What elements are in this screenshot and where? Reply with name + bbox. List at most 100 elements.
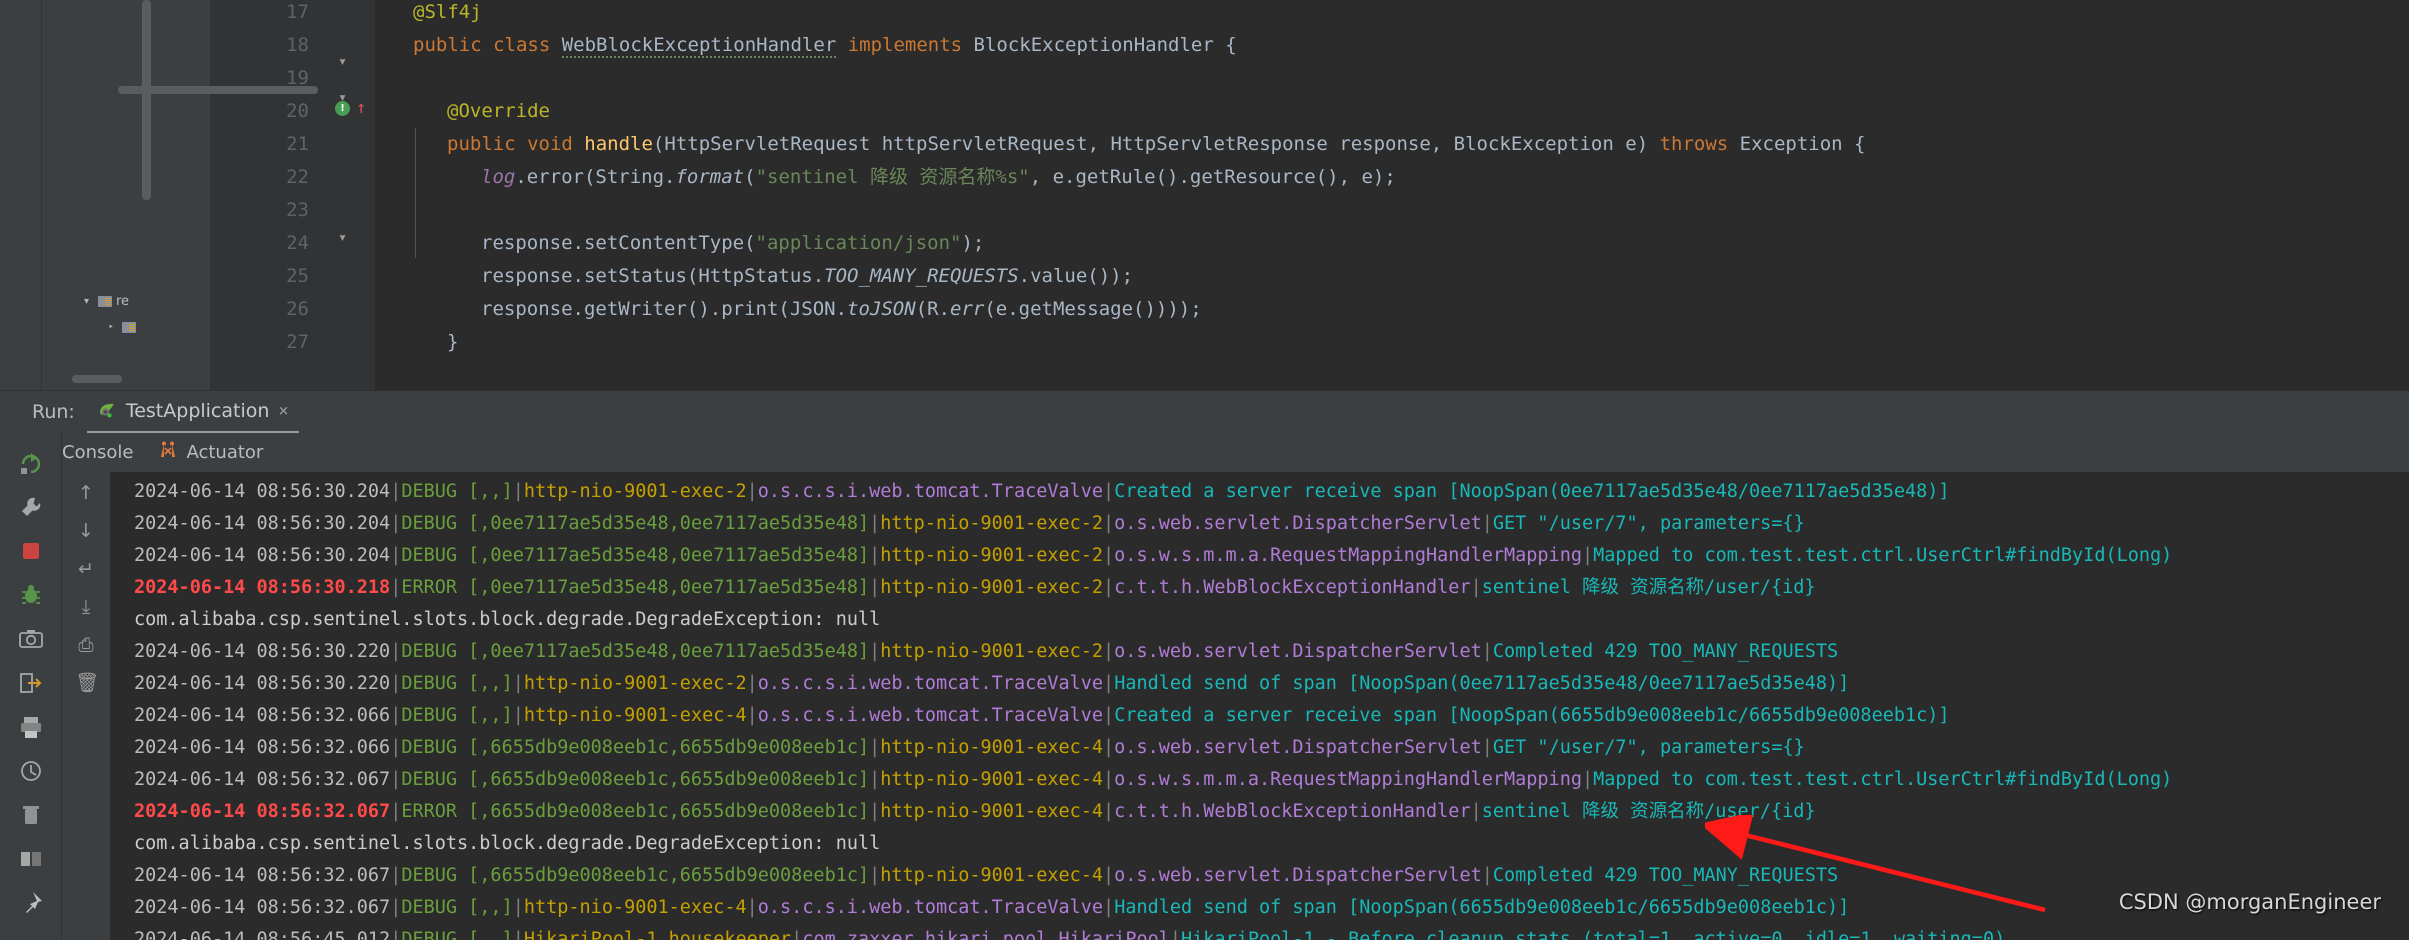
log-separator: |: [390, 545, 402, 566]
console-line-debug[interactable]: 2024-06-14 08:56:45.012|DEBUG [,,]|Hikar…: [110, 924, 2409, 940]
log-separator: |: [869, 865, 881, 886]
console-line-stacktrace[interactable]: com.alibaba.csp.sentinel.slots.block.deg…: [110, 604, 2409, 636]
code-line[interactable]: response.getWriter().print(JSON.toJSON(R…: [375, 293, 1202, 326]
tree-node-re[interactable]: ▾ re: [84, 294, 129, 309]
log-level: DEBUG [,,]: [401, 481, 513, 502]
log-separator: |: [1481, 865, 1493, 886]
code-token: format: [675, 166, 745, 188]
code-line[interactable]: @Slf4j: [375, 0, 482, 29]
export-icon[interactable]: [18, 670, 44, 696]
project-vertical-scrollbar[interactable]: [142, 0, 151, 200]
implementing-method-icon[interactable]: ↑: [356, 100, 366, 117]
console-line-debug[interactable]: 2024-06-14 08:56:32.067|DEBUG [,6655db9e…: [110, 764, 2409, 796]
code-line[interactable]: response.setStatus(HttpStatus.TOO_MANY_R…: [375, 260, 1133, 293]
fold-arrow-27[interactable]: ▾: [338, 228, 347, 246]
layout-icon[interactable]: [18, 846, 44, 872]
log-separator: |: [1581, 545, 1594, 566]
console-line-debug[interactable]: 2024-06-14 08:56:30.204|DEBUG [,0ee7117a…: [110, 508, 2409, 540]
console-output[interactable]: 2024-06-14 08:56:30.204|DEBUG [,,]|http-…: [110, 472, 2409, 940]
log-thread: http-nio-9001-exec-2: [880, 641, 1104, 662]
run-config-tab[interactable]: TestApplication ×: [86, 391, 299, 433]
log-separator: |: [746, 897, 758, 918]
line-21-gutter-icons[interactable]: ! ↑: [335, 100, 366, 117]
log-thread: http-nio-9001-exec-4: [523, 705, 747, 726]
print-console-icon[interactable]: ⎙: [75, 634, 97, 656]
wrench-icon[interactable]: [18, 494, 44, 520]
log-level: ERROR [,0ee7117ae5d35e48,0ee7117ae5d35e4…: [401, 577, 870, 598]
code-text-area[interactable]: @Slf4j public class WebBlockExceptionHand…: [375, 0, 2409, 390]
code-editor[interactable]: ▾ ▾ ▾ ! ↑ @ ⌶ ⌶ ⬡⌄ @Slf4jpublic class We…: [210, 0, 2409, 390]
log-separator: |: [1470, 801, 1482, 822]
print-icon[interactable]: [18, 714, 44, 740]
stop-icon[interactable]: [18, 538, 44, 564]
log-message: Mapped to com.test.test.ctrl.UserCtrl#fi…: [1593, 769, 2173, 790]
fold-gutter[interactable]: [323, 0, 375, 390]
console-line-stacktrace[interactable]: com.alibaba.csp.sentinel.slots.block.deg…: [110, 828, 2409, 860]
soft-wrap-icon[interactable]: ↵: [75, 558, 97, 580]
code-token: , e);: [1338, 166, 1396, 188]
history-icon[interactable]: [18, 758, 44, 784]
close-icon[interactable]: ×: [278, 401, 288, 421]
camera-icon[interactable]: [18, 626, 44, 652]
code-token: response.getWriter().print(JSON.: [481, 298, 848, 320]
project-tool-window[interactable]: ▾ re ‣: [42, 0, 210, 390]
log-thread: http-nio-9001-exec-4: [880, 737, 1104, 758]
console-line-debug[interactable]: 2024-06-14 08:56:32.067|DEBUG [,,]|http-…: [110, 892, 2409, 924]
pin-icon[interactable]: [18, 890, 44, 916]
line-number: 24: [286, 232, 309, 254]
log-message: Completed 429 TOO_MANY_REQUESTS: [1492, 641, 1839, 662]
chevron-down-icon[interactable]: ▾: [84, 296, 94, 307]
console-line-debug[interactable]: 2024-06-14 08:56:30.220|DEBUG [,,]|http-…: [110, 668, 2409, 700]
console-line-debug[interactable]: 2024-06-14 08:56:32.066|DEBUG [,,]|http-…: [110, 700, 2409, 732]
trash-icon[interactable]: [18, 802, 44, 828]
code-token: handle: [584, 133, 653, 155]
console-line-error[interactable]: 2024-06-14 08:56:30.218|ERROR [,0ee7117a…: [110, 572, 2409, 604]
tree-node-partial[interactable]: ‣: [108, 322, 136, 333]
rerun-icon[interactable]: [18, 450, 44, 476]
log-timestamp: 2024-06-14 08:56:32.066: [134, 737, 391, 758]
log-level: DEBUG [,0ee7117ae5d35e48,0ee7117ae5d35e4…: [401, 545, 870, 566]
scroll-to-end-icon[interactable]: ⤓: [75, 596, 97, 618]
project-horizontal-scrollbar[interactable]: [72, 375, 122, 383]
code-line[interactable]: [375, 62, 413, 95]
log-separator: |: [512, 705, 524, 726]
console-line-debug[interactable]: 2024-06-14 08:56:30.204|DEBUG [,,]|http-…: [110, 476, 2409, 508]
code-token: , e.getRule().getResource(): [1029, 166, 1339, 188]
log-separator: |: [746, 705, 758, 726]
log-logger: o.s.w.s.m.m.a.RequestMappingHandlerMappi…: [1114, 545, 1582, 566]
code-line[interactable]: }: [375, 326, 458, 359]
code-line[interactable]: public void handle(HttpServletRequest ht…: [375, 128, 1866, 161]
console-line-debug[interactable]: 2024-06-14 08:56:30.204|DEBUG [,0ee7117a…: [110, 540, 2409, 572]
log-separator: |: [390, 929, 402, 940]
scroll-up-icon[interactable]: ↑: [75, 482, 97, 504]
console-line-debug[interactable]: 2024-06-14 08:56:32.066|DEBUG [,6655db9e…: [110, 732, 2409, 764]
tab-actuator[interactable]: Actuator: [159, 441, 263, 463]
bug-icon[interactable]: [18, 582, 44, 608]
tab-console[interactable]: Console: [62, 442, 133, 463]
actuator-icon: [159, 441, 177, 463]
code-line[interactable]: @Override: [375, 95, 550, 128]
code-token: WebBlockExceptionHandler: [561, 34, 837, 58]
folder-icon: [122, 322, 136, 333]
console-line-error[interactable]: 2024-06-14 08:56:32.067|ERROR [,6655db9e…: [110, 796, 2409, 828]
code-line[interactable]: log.error(String.format("sentinel 降级 资源名…: [375, 161, 1396, 194]
console-horizontal-scrollbar[interactable]: [118, 86, 318, 94]
inspection-bulb-icon[interactable]: !: [335, 101, 350, 116]
code-line[interactable]: public class WebBlockExceptionHandler im…: [375, 29, 1237, 62]
code-line[interactable]: response.setContentType("application/jso…: [375, 227, 984, 260]
scroll-down-icon[interactable]: ↓: [75, 520, 97, 542]
log-separator: |: [1103, 705, 1115, 726]
clear-console-icon[interactable]: 🗑: [75, 672, 99, 694]
chevron-right-icon[interactable]: ‣: [108, 322, 118, 333]
log-separator: |: [390, 897, 402, 918]
console-line-debug[interactable]: 2024-06-14 08:56:32.067|DEBUG [,6655db9e…: [110, 860, 2409, 892]
fold-arrow-19[interactable]: ▾: [338, 52, 347, 70]
code-token: {: [1225, 34, 1237, 56]
log-logger: o.s.web.servlet.DispatcherServlet: [1114, 865, 1482, 886]
code-token: public void: [447, 133, 585, 155]
log-thread: http-nio-9001-exec-2: [880, 577, 1104, 598]
console-line-debug[interactable]: 2024-06-14 08:56:30.220|DEBUG [,0ee7117a…: [110, 636, 2409, 668]
line-number: 20: [286, 100, 309, 122]
log-separator: |: [390, 673, 402, 694]
code-line[interactable]: [375, 194, 481, 227]
